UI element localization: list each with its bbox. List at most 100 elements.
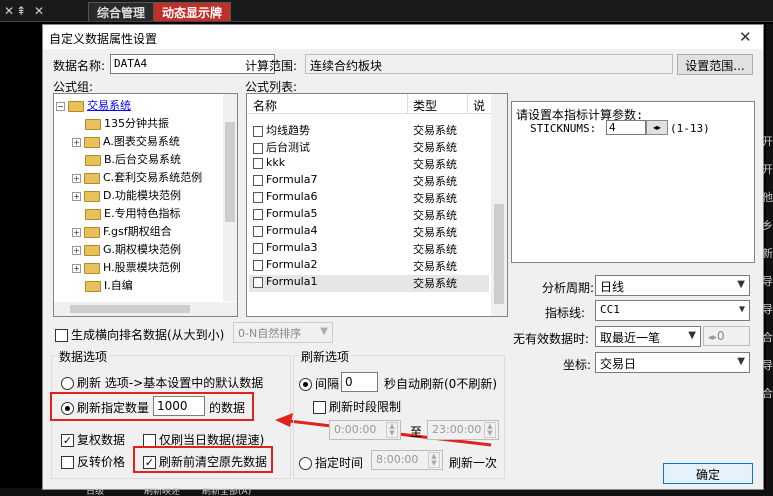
formula-group-tree[interactable]: − 交易系统 135分钟共振 + A.图表交易系统 B.后台交易系统 + C.套利交易… [53,93,238,317]
invalid-value-field: ◂▸0 [703,326,750,346]
adjust-price-checkbox[interactable]: ✓ 复权数据 [61,431,125,448]
clear-before-checkbox[interactable]: ✓ 刷新前清空原先数据 [143,453,267,470]
rank-sort-select: 0-N自然排序 ▼ [233,322,333,343]
table-row[interactable]: Formula5 交易系统 [253,207,489,224]
formula-icon [253,142,263,154]
table-row-selected[interactable]: Formula1 交易系统 [249,275,489,292]
param-value-input[interactable]: 4 [606,120,646,135]
reverse-price-checkbox[interactable]: 反转价格 [61,453,125,470]
folder-icon [85,154,101,166]
list-vscrollbar[interactable] [491,94,507,316]
close-icon[interactable]: ✕ [739,28,752,46]
tree-item[interactable]: + F.gsf期权组合 [72,223,172,241]
tab-comprehensive-management[interactable]: 综合管理 [88,2,155,21]
param-spin-arrows[interactable]: ◂▸ [646,120,668,135]
indicator-select[interactable]: CC1 ▼ [595,300,750,321]
refresh-basic-radio[interactable]: 刷新 选项->基本设置中的默认数据 [61,374,263,391]
column-header-type[interactable]: 类型 [413,97,437,114]
refresh-specified-radio[interactable]: 刷新指定数量 [61,399,149,416]
tree-item[interactable]: + G.期权模块范例 [72,241,181,259]
app-topbar: ✕ ⇞ ✕ 综合管理 动态显示牌 [0,0,773,22]
interval-suffix: 秒自动刷新(0不刷新) [384,377,497,391]
period-select[interactable]: 日线 ▼ [595,275,750,296]
tree-item[interactable]: 135分钟共振 [85,115,169,133]
folder-icon [84,190,100,202]
column-divider [467,94,468,114]
invalid-data-select[interactable]: 取最近一笔 ▼ [595,326,701,347]
radio-button[interactable] [61,377,74,390]
tree-item[interactable]: + D.功能模块范例 [72,187,181,205]
scroll-thumb[interactable] [225,122,235,222]
close-tab-icon[interactable]: ✕ [34,4,44,18]
formula-icon [253,157,263,169]
spin-icon: ▲ ▼ [386,422,398,438]
chevron-down-icon: ▼ [737,279,745,290]
calc-range-field: 连续合约板块 [305,54,673,74]
expand-icon[interactable]: + [72,227,81,237]
folder-icon [85,208,101,220]
checkbox-box[interactable]: ✓ [61,434,74,447]
formula-icon [253,276,263,288]
expand-icon[interactable]: + [72,173,81,183]
tree-item[interactable]: + A.图表交易系统 [72,133,180,151]
close-icon[interactable]: ✕ [4,4,14,18]
tab-dynamic-display[interactable]: 动态显示牌 [153,2,232,21]
table-row[interactable]: 后台测试 交易系统 [253,139,489,156]
column-header-desc[interactable]: 说 [473,97,485,114]
calc-range-label: 计算范围: [245,59,298,73]
checkbox-box[interactable]: ✓ [143,456,156,469]
param-range: (1-13) [670,122,710,135]
set-range-button[interactable]: 设置范围... [677,54,753,75]
table-row[interactable]: Formula4 交易系统 [253,224,489,241]
refresh-count-input[interactable]: 1000 [153,396,205,416]
rank-label: 生成横向排名数据(从大到小) [71,328,225,342]
chevron-down-icon: ▼ [320,326,328,337]
table-row[interactable]: 均线趋势 交易系统 [253,122,489,139]
table-row[interactable]: Formula6 交易系统 [253,190,489,207]
scroll-thumb[interactable] [494,204,504,304]
radio-button[interactable] [299,457,312,470]
formula-icon [253,225,263,237]
radio-button[interactable] [299,378,312,391]
ok-button[interactable]: 确定 [663,463,753,484]
rank-checkbox[interactable]: 生成横向排名数据(从大到小) [55,326,224,343]
table-row[interactable]: kkk 交易系统 [253,156,489,173]
checkbox-box[interactable] [61,456,74,469]
period-label: 分析周期: [542,281,595,295]
tree-vscrollbar[interactable] [223,94,237,301]
interval-radio[interactable]: 间隔 [299,375,339,392]
checkbox-box[interactable] [313,401,326,414]
tree-item[interactable]: I.自编 [85,277,133,295]
table-row[interactable]: Formula3 交易系统 [253,241,489,258]
background-right-text: 开开他乡新导导合导合 [762,135,773,400]
interval-input[interactable]: 0 [341,372,378,392]
coord-select[interactable]: 交易日 ▼ [595,352,750,373]
scroll-thumb[interactable] [70,305,190,313]
expand-icon[interactable]: + [72,245,81,255]
table-row[interactable]: Formula2 交易系统 [253,258,489,275]
arrow-head [275,413,293,427]
folder-icon [84,226,100,238]
pin-icon[interactable]: ⇞ [16,4,26,18]
expand-icon[interactable]: + [72,191,81,201]
formula-list-table[interactable]: 名称 类型 说 均线趋势 交易系统 后台测试 交易系统 kkk 交易系统 Formul… [246,93,508,317]
tree-item[interactable]: + C.套利交易系统范例 [72,169,202,187]
column-divider [407,94,408,114]
tree-item[interactable]: B.后台交易系统 [85,151,181,169]
period-limit-checkbox[interactable]: 刷新时段限制 [313,398,401,415]
dialog-title: 自定义数据属性设置 [49,32,158,46]
expand-icon[interactable]: + [72,263,81,273]
expand-icon[interactable]: + [72,137,81,147]
once-label: 刷新一次 [449,456,498,470]
checkbox-box[interactable] [55,329,68,342]
radio-button[interactable] [61,402,74,415]
tree-hscrollbar[interactable] [54,302,237,316]
column-header-name[interactable]: 名称 [253,97,277,114]
formula-icon [253,259,263,271]
tree-root[interactable]: − 交易系统 [56,97,131,115]
tree-item[interactable]: E.专用特色指标 [85,205,180,223]
fixed-time-radio[interactable]: 指定时间 [299,454,363,471]
tree-item[interactable]: + H.股票模块范例 [72,259,181,277]
table-row[interactable]: Formula7 交易系统 [253,173,489,190]
collapse-icon[interactable]: − [56,101,65,111]
